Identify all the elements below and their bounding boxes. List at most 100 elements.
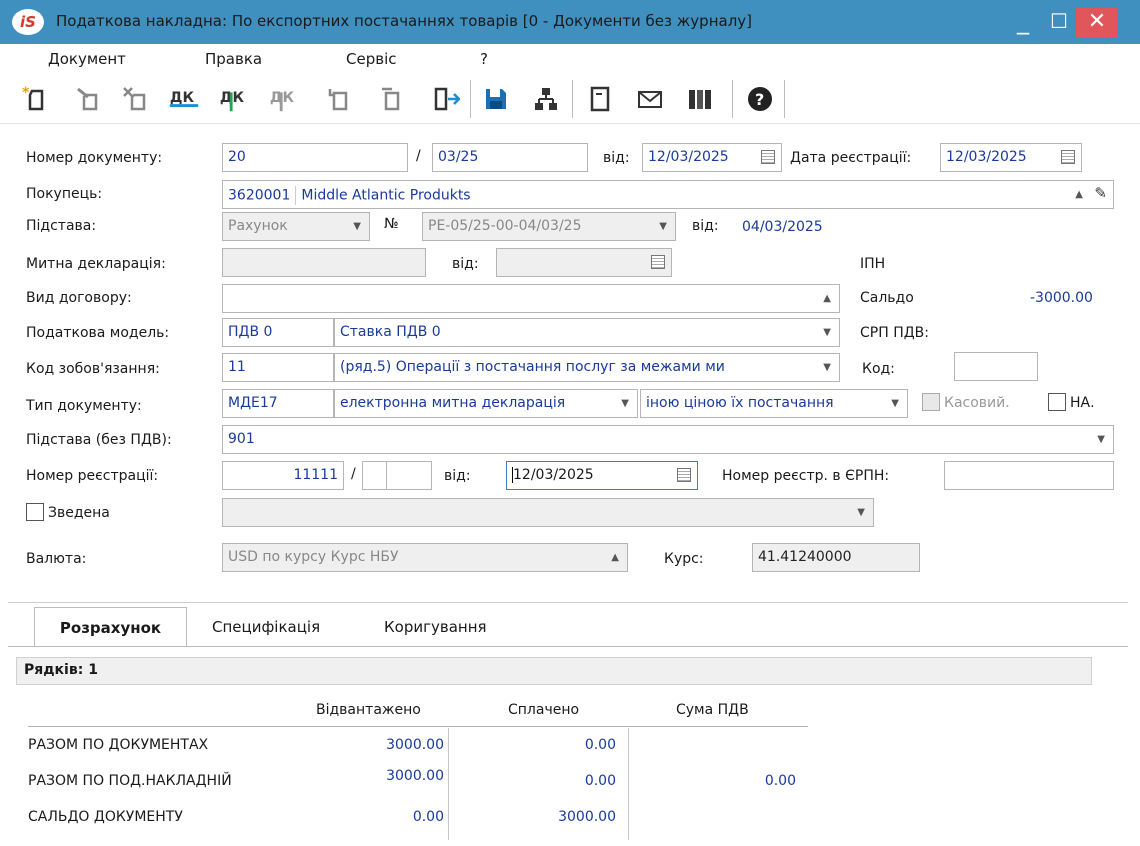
srp-label: СРП ПДВ: xyxy=(860,325,929,341)
new-doc-icon[interactable]: * xyxy=(20,83,52,115)
mail-icon[interactable] xyxy=(634,83,666,115)
calendar-icon[interactable] xyxy=(651,255,665,269)
reg-from-date-field[interactable]: 12/03/2025 xyxy=(506,461,698,490)
chevron-down-icon: ▼ xyxy=(1097,434,1105,445)
calendar-icon[interactable] xyxy=(677,468,691,482)
reg-part3-field[interactable] xyxy=(386,461,432,490)
app-logo-icon: iS xyxy=(12,9,44,35)
menu-help[interactable]: ? xyxy=(480,50,488,68)
reg-from-label: від: xyxy=(444,468,471,484)
library-icon[interactable] xyxy=(684,83,716,115)
exit-icon[interactable] xyxy=(430,83,462,115)
chevron-down-icon: ▼ xyxy=(353,221,361,232)
svg-text:ДК: ДК xyxy=(170,90,195,106)
saldo-label: Сальдо xyxy=(860,290,914,306)
currency-field[interactable]: USD по курсу Курс НБУ ▲ xyxy=(222,543,628,572)
calendar-icon[interactable] xyxy=(1061,150,1075,164)
close-button[interactable]: ✕ xyxy=(1076,8,1118,38)
help-icon[interactable]: ? xyxy=(744,83,776,115)
doc-type-extra-select[interactable]: іною ціною їх постачання ▼ xyxy=(640,389,908,418)
rows-count-label: Рядків: 1 xyxy=(24,662,98,678)
menu-document[interactable]: Документ xyxy=(48,50,126,68)
customs-date-label: від: xyxy=(452,256,479,272)
column-header-shipped: Відвантажено xyxy=(316,702,421,718)
tax-model-label: Податкова модель: xyxy=(26,325,170,341)
basis-number-select[interactable]: РЕ-05/25-00-04/03/25 ▼ xyxy=(422,212,676,241)
doc-date-value: 12/03/2025 xyxy=(648,149,729,165)
obligation-select[interactable]: (ряд.5) Операції з постачання послуг за … xyxy=(334,353,840,382)
edit-doc-icon[interactable] xyxy=(72,83,104,115)
customs-label: Митна декларація: xyxy=(26,256,166,272)
erpn-label: Номер реєстр. в ЄРПН: xyxy=(722,468,890,484)
cash-checkbox[interactable] xyxy=(922,393,940,411)
pencil-icon[interactable]: ✎ xyxy=(1094,184,1107,202)
basis-novat-label: Підстава (без ПДВ): xyxy=(26,432,172,448)
code-label: Код: xyxy=(862,361,895,377)
obligation-code-field[interactable]: 11 xyxy=(222,353,334,382)
form-icon[interactable] xyxy=(584,83,616,115)
column-divider xyxy=(628,728,629,840)
consolidated-select[interactable]: ▼ xyxy=(222,498,874,527)
reg-number-field[interactable]: 11111 xyxy=(222,461,344,490)
tab-calculation[interactable]: Розрахунок xyxy=(34,607,187,647)
chevron-down-icon: ▼ xyxy=(887,398,899,409)
chevron-down-icon: ▼ xyxy=(819,362,831,373)
toolbar-separator xyxy=(470,80,471,118)
code-field[interactable] xyxy=(954,352,1038,381)
table-cell-paid: 0.00 xyxy=(584,773,616,789)
tax-model-select[interactable]: Ставка ПДВ 0 ▼ xyxy=(334,318,840,347)
doc-date-field[interactable]: 12/03/2025 xyxy=(642,143,782,172)
copy-doc-icon[interactable] xyxy=(322,83,354,115)
obligation-name: (ряд.5) Операції з постачання послуг за … xyxy=(340,359,725,375)
doc-type-code-field[interactable]: МДЕ17 xyxy=(222,389,334,418)
tab-underline xyxy=(8,646,1128,647)
customs-date-field[interactable] xyxy=(496,248,672,277)
menu-bar xyxy=(0,44,1140,72)
chevron-down-icon: ▼ xyxy=(857,507,865,518)
save-icon[interactable] xyxy=(480,83,512,115)
tab-corrections[interactable]: Коригування xyxy=(384,618,487,636)
chevron-down-icon: ▼ xyxy=(621,398,629,409)
chevron-down-icon: ▼ xyxy=(659,221,667,232)
doc-number-label: Номер документу: xyxy=(26,150,163,166)
doc-date-label: від: xyxy=(603,150,630,166)
caret-up-icon[interactable]: ▲ xyxy=(1075,189,1083,200)
customs-field[interactable] xyxy=(222,248,426,277)
tax-model-name: Ставка ПДВ 0 xyxy=(340,324,441,340)
basis-type-select[interactable]: Рахунок ▼ xyxy=(222,212,370,241)
buyer-field[interactable]: 3620001 Middle Atlantic Produkts ▲ ✎ xyxy=(222,180,1114,209)
doc-type-select[interactable]: електронна митна декларація ▼ xyxy=(334,389,638,418)
erpn-field[interactable] xyxy=(944,461,1114,490)
na-checkbox[interactable] xyxy=(1048,393,1066,411)
slash-label: / xyxy=(416,148,421,164)
dk-up-icon[interactable]: ДК xyxy=(218,83,250,115)
table-cell-paid: 3000.00 xyxy=(558,809,616,825)
table-cell-shipped: 3000.00 xyxy=(386,768,444,784)
contract-type-field[interactable]: ▲ xyxy=(222,284,840,313)
dk-icon[interactable]: ДК xyxy=(168,83,200,115)
consolidated-checkbox[interactable] xyxy=(26,503,44,521)
chevron-down-icon: ▼ xyxy=(823,327,831,338)
caret-up-icon[interactable]: ▲ xyxy=(611,552,619,563)
basis-novat-select[interactable]: 901 ▼ xyxy=(222,425,1114,454)
copy-doc2-icon[interactable] xyxy=(374,83,406,115)
doc-number-suffix-field[interactable]: 03/25 xyxy=(432,143,588,172)
table-row-label: САЛЬДО ДОКУМЕНТУ xyxy=(28,809,183,825)
basis-number-value: РЕ-05/25-00-04/03/25 xyxy=(428,218,582,234)
reg-part2-field[interactable] xyxy=(362,461,388,490)
delete-doc-icon[interactable] xyxy=(120,83,152,115)
menu-service[interactable]: Сервіс xyxy=(346,50,396,68)
tax-model-code-field[interactable]: ПДВ 0 xyxy=(222,318,334,347)
doc-type-extra: іною ціною їх постачання xyxy=(646,395,834,411)
tab-specification[interactable]: Специфікація xyxy=(212,618,320,636)
na-label: НА. xyxy=(1070,395,1095,411)
doc-number-field[interactable]: 20 xyxy=(222,143,408,172)
reg-date-value: 12/03/2025 xyxy=(946,149,1027,165)
rate-field[interactable]: 41.41240000 xyxy=(752,543,920,572)
calendar-icon[interactable] xyxy=(761,150,775,164)
hierarchy-icon[interactable] xyxy=(530,83,562,115)
reg-date-field[interactable]: 12/03/2025 xyxy=(940,143,1082,172)
dk-down-icon[interactable]: ДК xyxy=(268,83,300,115)
menu-edit[interactable]: Правка xyxy=(205,50,262,68)
caret-up-icon[interactable]: ▲ xyxy=(823,293,831,304)
